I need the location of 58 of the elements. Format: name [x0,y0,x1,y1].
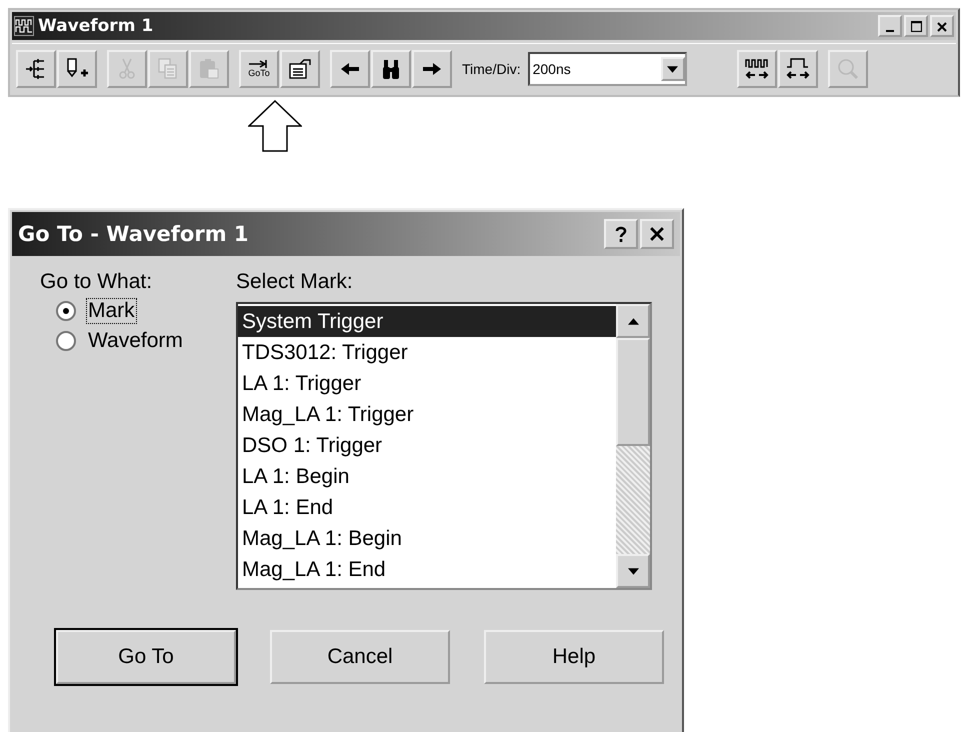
list-item[interactable]: TDS3012: Trigger [238,337,616,368]
list-item[interactable]: DSO 1: Trigger [238,430,616,461]
maximize-button[interactable] [904,15,928,37]
close-icon [937,22,947,32]
window-title: Waveform 1 [38,16,154,36]
radio-option[interactable]: Waveform [56,328,220,354]
pulse-train-icon [744,57,769,81]
goto-button[interactable]: GoTo [239,50,279,88]
scroll-thumb[interactable] [616,338,650,446]
waveform-button[interactable] [778,50,818,88]
waveform-icon [14,16,34,36]
dialog-button[interactable]: Go To [56,630,236,684]
list-item[interactable]: System Trigger [238,306,616,337]
add-button[interactable] [57,50,97,88]
dialog-button[interactable]: Help [484,630,664,684]
list-item[interactable]: LA 1: Trigger [238,368,616,399]
maximize-icon [910,21,922,32]
dialog-title: Go To - Waveform 1 [18,222,250,246]
dropdown-button[interactable] [660,57,685,81]
clipboard-icon [197,57,221,81]
list-item[interactable]: LA 1: Begin [238,461,616,492]
scrollbar[interactable] [616,304,650,588]
minimize-button[interactable] [878,15,902,37]
arrow-icon [248,60,269,68]
dialog-button[interactable]: Cancel [270,630,450,684]
goto-label: GoTo [248,68,270,78]
list-item[interactable]: Mag_LA 1: Trigger [238,399,616,430]
list-item[interactable]: Mag_LA 1: End [238,554,616,585]
time-div-dropdown[interactable]: 200ns [528,52,687,86]
radio-button[interactable] [56,331,76,351]
list-item[interactable]: Mag_LA 1: Begin [238,523,616,554]
question-mark-icon [615,226,627,242]
radio-button[interactable] [56,301,76,321]
list-item[interactable]: LA 1: End [238,492,616,523]
go-to-what-label: Go to What: [40,270,154,294]
next-button[interactable] [412,50,452,88]
caret-icon [667,66,678,72]
scroll-down-button[interactable] [616,554,650,588]
close-button[interactable] [930,15,954,37]
minimize-icon [886,30,894,32]
down-caret-icon [628,568,638,574]
close-button[interactable] [640,219,674,249]
time-div-label: Time/Div: [462,61,521,77]
find-button[interactable] [371,50,411,88]
sheet-icon [288,57,312,81]
up-arrow-icon [248,100,302,152]
waveform-button[interactable] [736,50,777,88]
pulse-icon [786,57,810,81]
magnifier-icon [836,57,860,81]
radio-option[interactable]: Mark [56,298,220,324]
previous-button[interactable] [330,50,370,88]
insert-button[interactable] [16,50,56,88]
select-mark-label: Select Mark: [236,270,354,294]
help-button[interactable] [604,219,638,249]
scroll-up-button[interactable] [616,304,650,338]
close-icon [650,227,664,241]
properties-button[interactable] [280,50,320,88]
up-caret-icon [628,318,638,324]
